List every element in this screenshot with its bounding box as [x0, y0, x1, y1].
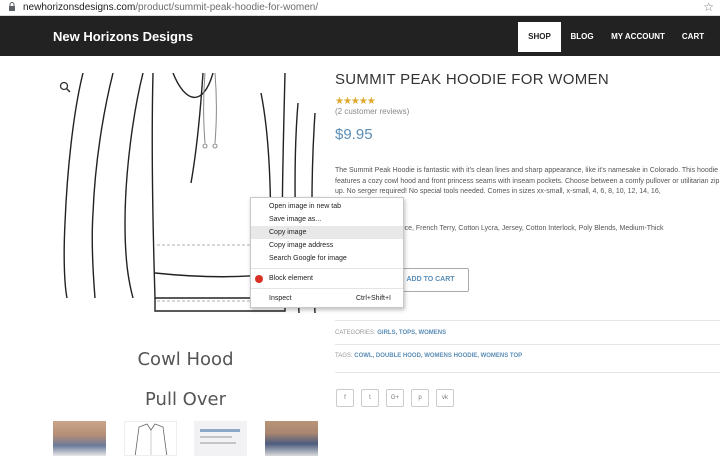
product-description: The Summit Peak Hoodie is fantastic with… — [335, 167, 720, 195]
thumbnail-pattern-sheet[interactable] — [194, 421, 247, 456]
menu-block-element[interactable]: Block element — [251, 272, 403, 285]
url-text[interactable]: newhorizonsdesigns.com/product/summit-pe… — [23, 2, 318, 13]
nav-shop[interactable]: SHOP — [518, 22, 561, 52]
thumbnail-drawing[interactable] — [124, 421, 177, 456]
twitter-share-icon[interactable]: t — [361, 389, 379, 407]
divider — [335, 344, 720, 345]
menu-inspect[interactable]: Inspect Ctrl+Shift+I — [251, 292, 403, 305]
site-logo[interactable]: New Horizons Designs — [53, 29, 193, 44]
menu-copy-image[interactable]: Copy image — [251, 226, 403, 239]
bookmark-star-icon[interactable]: ☆ — [703, 0, 714, 14]
thumbnail-photo-2[interactable] — [265, 421, 318, 456]
product-categories: CATEGORIES: GIRLS, TOPS, WOMENS — [335, 330, 446, 336]
thumbnail-strip — [53, 421, 318, 456]
lock-icon — [9, 2, 15, 11]
vk-share-icon[interactable]: vk — [436, 389, 454, 407]
site-header: New Horizons Designs SHOP BLOG MY ACCOUN… — [0, 16, 720, 56]
zoom-icon[interactable] — [59, 81, 71, 93]
inspect-label: Inspect — [269, 295, 292, 302]
nav-cart[interactable]: CART — [677, 22, 709, 52]
menu-open-image-new-tab[interactable]: Open image in new tab — [251, 200, 403, 213]
url-path: /product/summit-peak-hoodie-for-women/ — [135, 2, 319, 13]
tags-label: TAGS: — [335, 353, 353, 359]
image-caption-cowl-hood: Cowl Hood — [137, 349, 234, 370]
google-plus-share-icon[interactable]: G+ — [386, 389, 404, 407]
tags-links[interactable]: COWL, DOUBLE HOOD, WOMENS HOODIE, WOMENS… — [354, 353, 522, 359]
menu-save-image-as[interactable]: Save image as... — [251, 213, 403, 226]
image-caption-pull-over: Pull Over — [145, 389, 226, 410]
adblock-icon — [255, 275, 263, 283]
facebook-share-icon[interactable]: f — [336, 389, 354, 407]
nav-my-account[interactable]: MY ACCOUNT — [605, 22, 671, 52]
block-element-label: Block element — [269, 275, 313, 282]
menu-search-google-for-image[interactable]: Search Google for image — [251, 252, 403, 265]
menu-separator — [251, 268, 403, 269]
menu-copy-image-address[interactable]: Copy image address — [251, 239, 403, 252]
rating-stars: ★★★★★ — [335, 96, 376, 107]
hoodie-sketch-thumb — [134, 423, 168, 455]
pinterest-share-icon[interactable]: p — [411, 389, 429, 407]
fabric-suggestions: atshirt Fleece, French Terry, Cotton Lyc… — [370, 225, 664, 232]
nav-blog[interactable]: BLOG — [565, 22, 599, 52]
address-bar[interactable]: newhorizonsdesigns.com/product/summit-pe… — [0, 0, 720, 16]
product-tags: TAGS: COWL, DOUBLE HOOD, WOMENS HOODIE, … — [335, 353, 522, 359]
categories-label: CATEGORIES: — [335, 330, 376, 336]
product-title: SUMMIT PEAK HOODIE FOR WOMEN — [335, 71, 609, 88]
product-price: $9.95 — [335, 126, 373, 143]
inspect-shortcut: Ctrl+Shift+I — [355, 295, 391, 302]
thumbnail-photo-1[interactable] — [53, 421, 106, 456]
customer-reviews-link[interactable]: (2 customer reviews) — [335, 107, 409, 116]
url-host: newhorizonsdesigns.com — [23, 2, 136, 13]
categories-links[interactable]: GIRLS, TOPS, WOMENS — [377, 330, 446, 336]
menu-separator — [251, 288, 403, 289]
divider — [335, 320, 720, 321]
context-menu: Open image in new tab Save image as... C… — [250, 197, 404, 308]
divider — [335, 372, 720, 373]
